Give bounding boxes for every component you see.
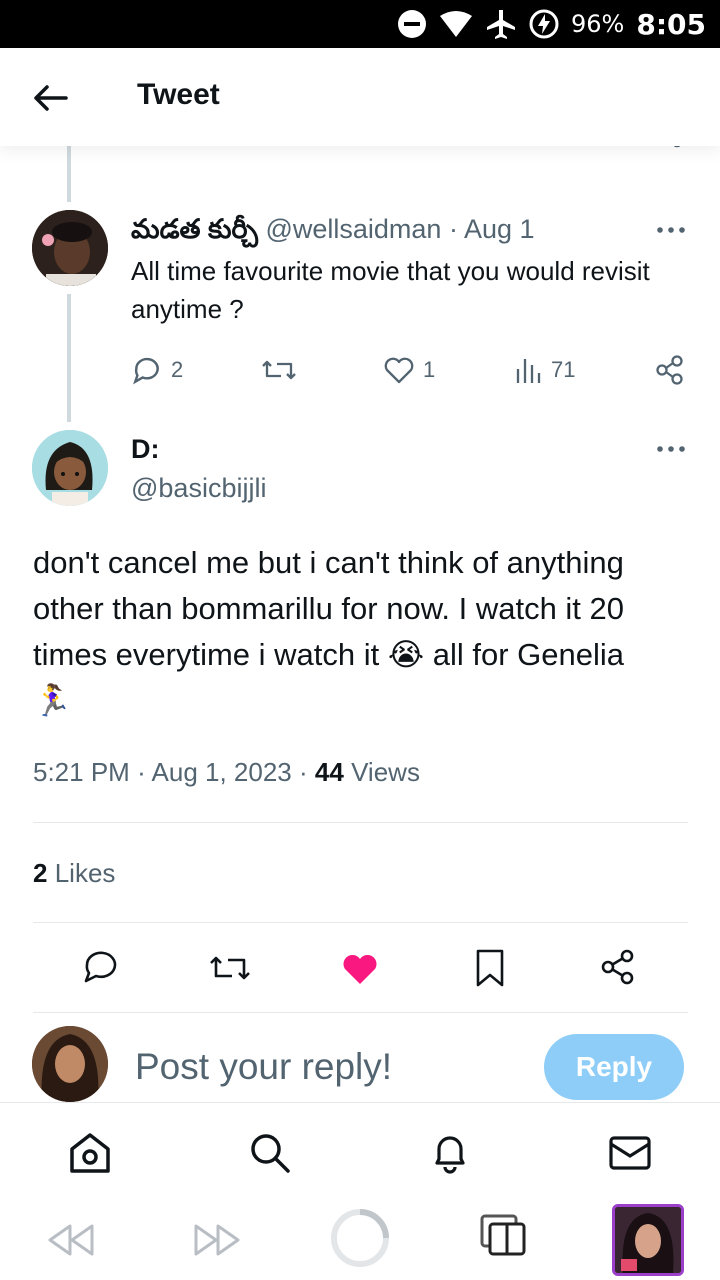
page-title: Tweet — [137, 78, 220, 111]
heart-filled-icon[interactable] — [340, 950, 380, 986]
main-tweet-actions — [0, 946, 720, 990]
parent-retweet-button[interactable] — [261, 354, 297, 386]
notifications-bell-icon[interactable] — [428, 1131, 472, 1175]
back-arrow-icon[interactable] — [30, 78, 70, 118]
parent-reply-count: 2 — [171, 357, 184, 382]
main-avatar-image — [32, 430, 108, 506]
likes-label: Likes — [54, 858, 116, 888]
system-bottom-bar — [0, 1198, 720, 1280]
messages-envelope-icon[interactable] — [608, 1131, 652, 1175]
share-icon[interactable] — [600, 948, 636, 986]
parent-like-count: 1 — [423, 357, 436, 382]
reply-input[interactable]: Post your reply! — [135, 1046, 392, 1088]
parent-avatar-image — [32, 210, 108, 286]
views-chart-icon — [516, 359, 541, 383]
parent-author-handle[interactable]: @wellsaidman — [265, 214, 441, 244]
profile-thumbnail-image — [615, 1207, 681, 1273]
reply-button[interactable]: Reply — [544, 1034, 684, 1100]
clock: 8:05 — [636, 7, 706, 41]
profile-thumbnail[interactable] — [612, 1204, 684, 1276]
heart-outline-icon — [384, 357, 414, 384]
retweet-icon[interactable] — [208, 950, 252, 986]
do-not-disturb-icon — [398, 10, 426, 38]
more-options-icon[interactable] — [656, 444, 686, 454]
divider — [33, 1012, 688, 1013]
reply-icon — [133, 357, 159, 385]
bookmark-icon[interactable] — [474, 948, 506, 988]
loading-spinner-icon — [331, 1209, 389, 1267]
main-author-name-wrap: D: — [131, 434, 160, 465]
parent-tweet-avatar[interactable] — [32, 210, 108, 286]
tweet-date[interactable]: Aug 1, 2023 — [152, 757, 292, 787]
status-bar: 96% 8:05 — [0, 0, 720, 48]
bottom-navigation — [0, 1102, 720, 1198]
main-author-name[interactable]: D: — [131, 434, 160, 464]
parent-tweet-text: All time favourite movie that you would … — [131, 256, 650, 324]
main-tweet-text: don't cancel me but i can't think of any… — [33, 540, 693, 724]
fast-forward-icon[interactable] — [192, 1220, 242, 1260]
wifi-icon — [440, 11, 472, 37]
main-author-handle[interactable]: @basicbijjli — [131, 473, 266, 504]
main-tweet-avatar[interactable] — [32, 430, 108, 506]
parent-reply-button[interactable]: 2 — [131, 354, 183, 386]
reply-composer: Post your reply! Reply — [0, 1018, 720, 1102]
divider — [33, 922, 688, 923]
likes-summary[interactable]: 2 Likes — [33, 858, 115, 889]
running-woman-emoji: 🏃‍♀️ — [33, 683, 72, 718]
parent-tweet-date[interactable]: Aug 1 — [464, 214, 535, 244]
views-label: Views — [351, 757, 420, 787]
share-icon[interactable] — [655, 354, 685, 386]
parent-author-name[interactable]: మడత కుర్చీ — [131, 214, 258, 244]
rewind-icon[interactable] — [46, 1220, 96, 1260]
more-options-icon[interactable] — [656, 225, 686, 235]
parent-views-button[interactable]: 71 — [515, 355, 575, 385]
current-user-avatar-image — [32, 1026, 108, 1102]
views-count: 44 — [314, 757, 344, 787]
divider — [33, 822, 688, 823]
search-icon[interactable] — [248, 1131, 292, 1175]
airplane-mode-icon — [487, 10, 515, 39]
main-tweet-text-part2: all for Genelia — [424, 637, 624, 672]
top-app-bar: Tweet — [0, 48, 720, 146]
retweet-icon — [262, 360, 296, 380]
timestamp-separator: · — [137, 757, 146, 787]
current-user-avatar[interactable] — [32, 1026, 108, 1102]
parent-tweet-actions: 2 1 71 — [131, 352, 691, 388]
parent-tweet-meta: మడత కుర్చీ @wellsaidman · Aug 1 — [131, 214, 535, 252]
tweet-time[interactable]: 5:21 PM — [33, 757, 130, 787]
tabs-icon[interactable] — [480, 1214, 528, 1258]
likes-count: 2 — [33, 858, 48, 888]
tweet-timestamp-row: 5:21 PM · Aug 1, 2023 · 44 Views — [33, 757, 420, 788]
thread-line-middle — [67, 294, 71, 422]
parent-meta-separator: · — [448, 214, 458, 244]
home-icon[interactable] — [68, 1131, 112, 1175]
battery-percentage: 96% — [571, 10, 625, 38]
parent-views-count: 71 — [551, 357, 576, 382]
parent-like-button[interactable]: 1 — [383, 355, 435, 385]
timestamp-separator-2: · — [299, 757, 308, 787]
battery-charging-icon — [529, 9, 559, 39]
reply-icon[interactable] — [82, 948, 120, 986]
crying-face-emoji: 😭 — [387, 637, 425, 672]
